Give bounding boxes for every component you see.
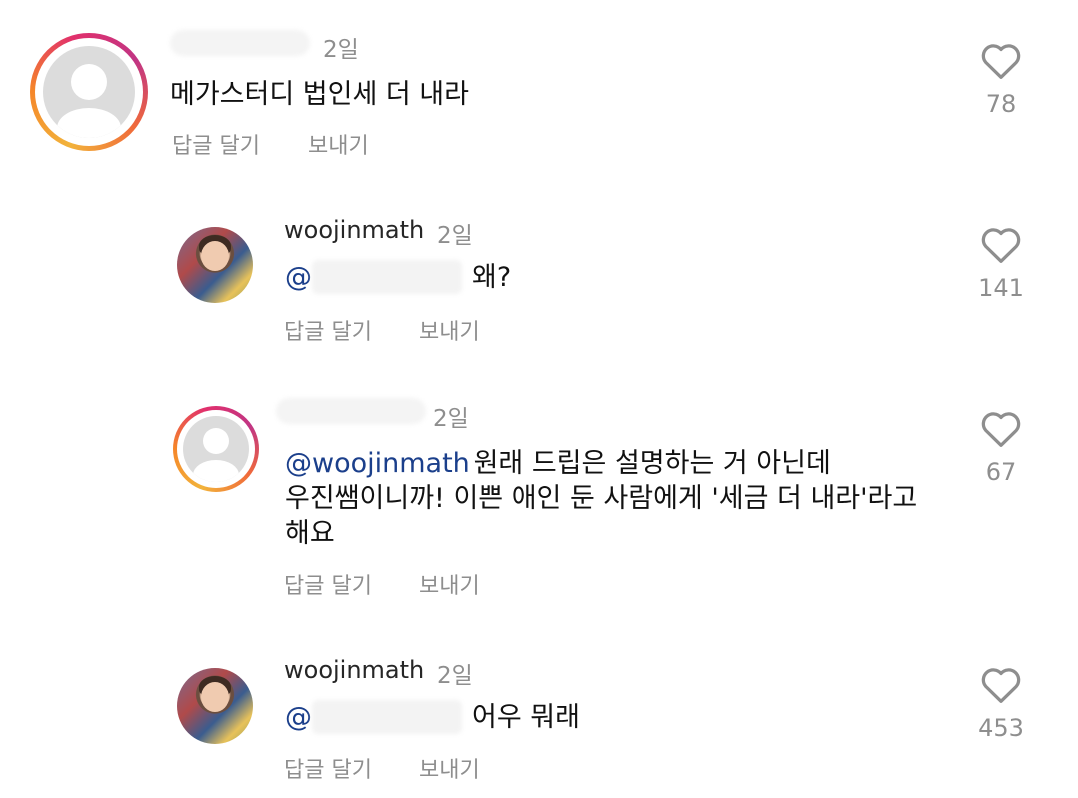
default-profile-icon [43, 46, 135, 138]
mention-link[interactable]: @woojinmath [285, 446, 470, 482]
comment-time: 2일 [323, 37, 359, 63]
comment-time: 2일 [437, 663, 473, 689]
comment-text: 왜? [472, 262, 512, 293]
comment-2: woojinmath 2일 @ 왜? 답글 달기 보내기 141 [0, 180, 1078, 380]
comment-time: 2일 [437, 223, 473, 249]
mention-link[interactable]: @ [285, 260, 312, 296]
avatar[interactable] [177, 668, 253, 744]
like-count: 453 [978, 714, 1024, 742]
mention-link[interactable]: @ [285, 700, 312, 736]
comment-text-line2: 우진쌤이니까! 이쁜 애인 둔 사람에게 '세금 더 내라'라고 [285, 483, 918, 514]
comment-text-line3: 해요 [285, 518, 335, 549]
username[interactable]: woojinmath [284, 216, 424, 244]
comment-text: 어우 뭐래 [472, 702, 580, 733]
send-button[interactable]: 보내기 [308, 128, 369, 160]
heart-outline-icon [981, 228, 1021, 263]
reply-button[interactable]: 답글 달기 [284, 752, 372, 784]
comment-text-line1: 원래 드립은 설명하는 거 아닌데 [465, 448, 831, 479]
avatar[interactable] [177, 227, 253, 303]
send-button[interactable]: 보내기 [419, 752, 480, 784]
comment-text: 메가스터디 법인세 더 내라 [170, 79, 469, 110]
heart-outline-icon [981, 668, 1021, 703]
like-count: 141 [978, 274, 1024, 302]
reply-button[interactable]: 답글 달기 [284, 314, 372, 346]
comment-1: 2일 메가스터디 법인세 더 내라 답글 달기 보내기 78 [0, 0, 1078, 180]
username-redacted [170, 30, 310, 56]
username-redacted [276, 398, 426, 424]
like-button[interactable]: 141 [971, 224, 1031, 302]
heart-outline-icon [981, 44, 1021, 79]
mention-redacted [312, 700, 462, 734]
send-button[interactable]: 보내기 [419, 314, 480, 346]
like-count: 67 [985, 458, 1017, 486]
like-button[interactable]: 78 [971, 40, 1031, 118]
mention-redacted [312, 260, 462, 294]
comment-4: woojinmath 2일 @ 어우 뭐래 답글 달기 보내기 453 [0, 630, 1078, 798]
like-button[interactable]: 67 [971, 408, 1031, 486]
reply-button[interactable]: 답글 달기 [172, 128, 260, 160]
comment-time: 2일 [433, 406, 469, 432]
default-profile-icon [183, 416, 249, 482]
like-button[interactable]: 453 [971, 664, 1031, 742]
send-button[interactable]: 보내기 [419, 568, 480, 600]
heart-outline-icon [981, 412, 1021, 447]
avatar[interactable] [30, 33, 148, 151]
comment-3: 2일 @woojinmath 원래 드립은 설명하는 거 아닌데 우진쌤이니까!… [0, 380, 1078, 630]
like-count: 78 [985, 90, 1017, 118]
avatar[interactable] [173, 406, 259, 492]
username[interactable]: woojinmath [284, 656, 424, 684]
reply-button[interactable]: 답글 달기 [284, 568, 372, 600]
